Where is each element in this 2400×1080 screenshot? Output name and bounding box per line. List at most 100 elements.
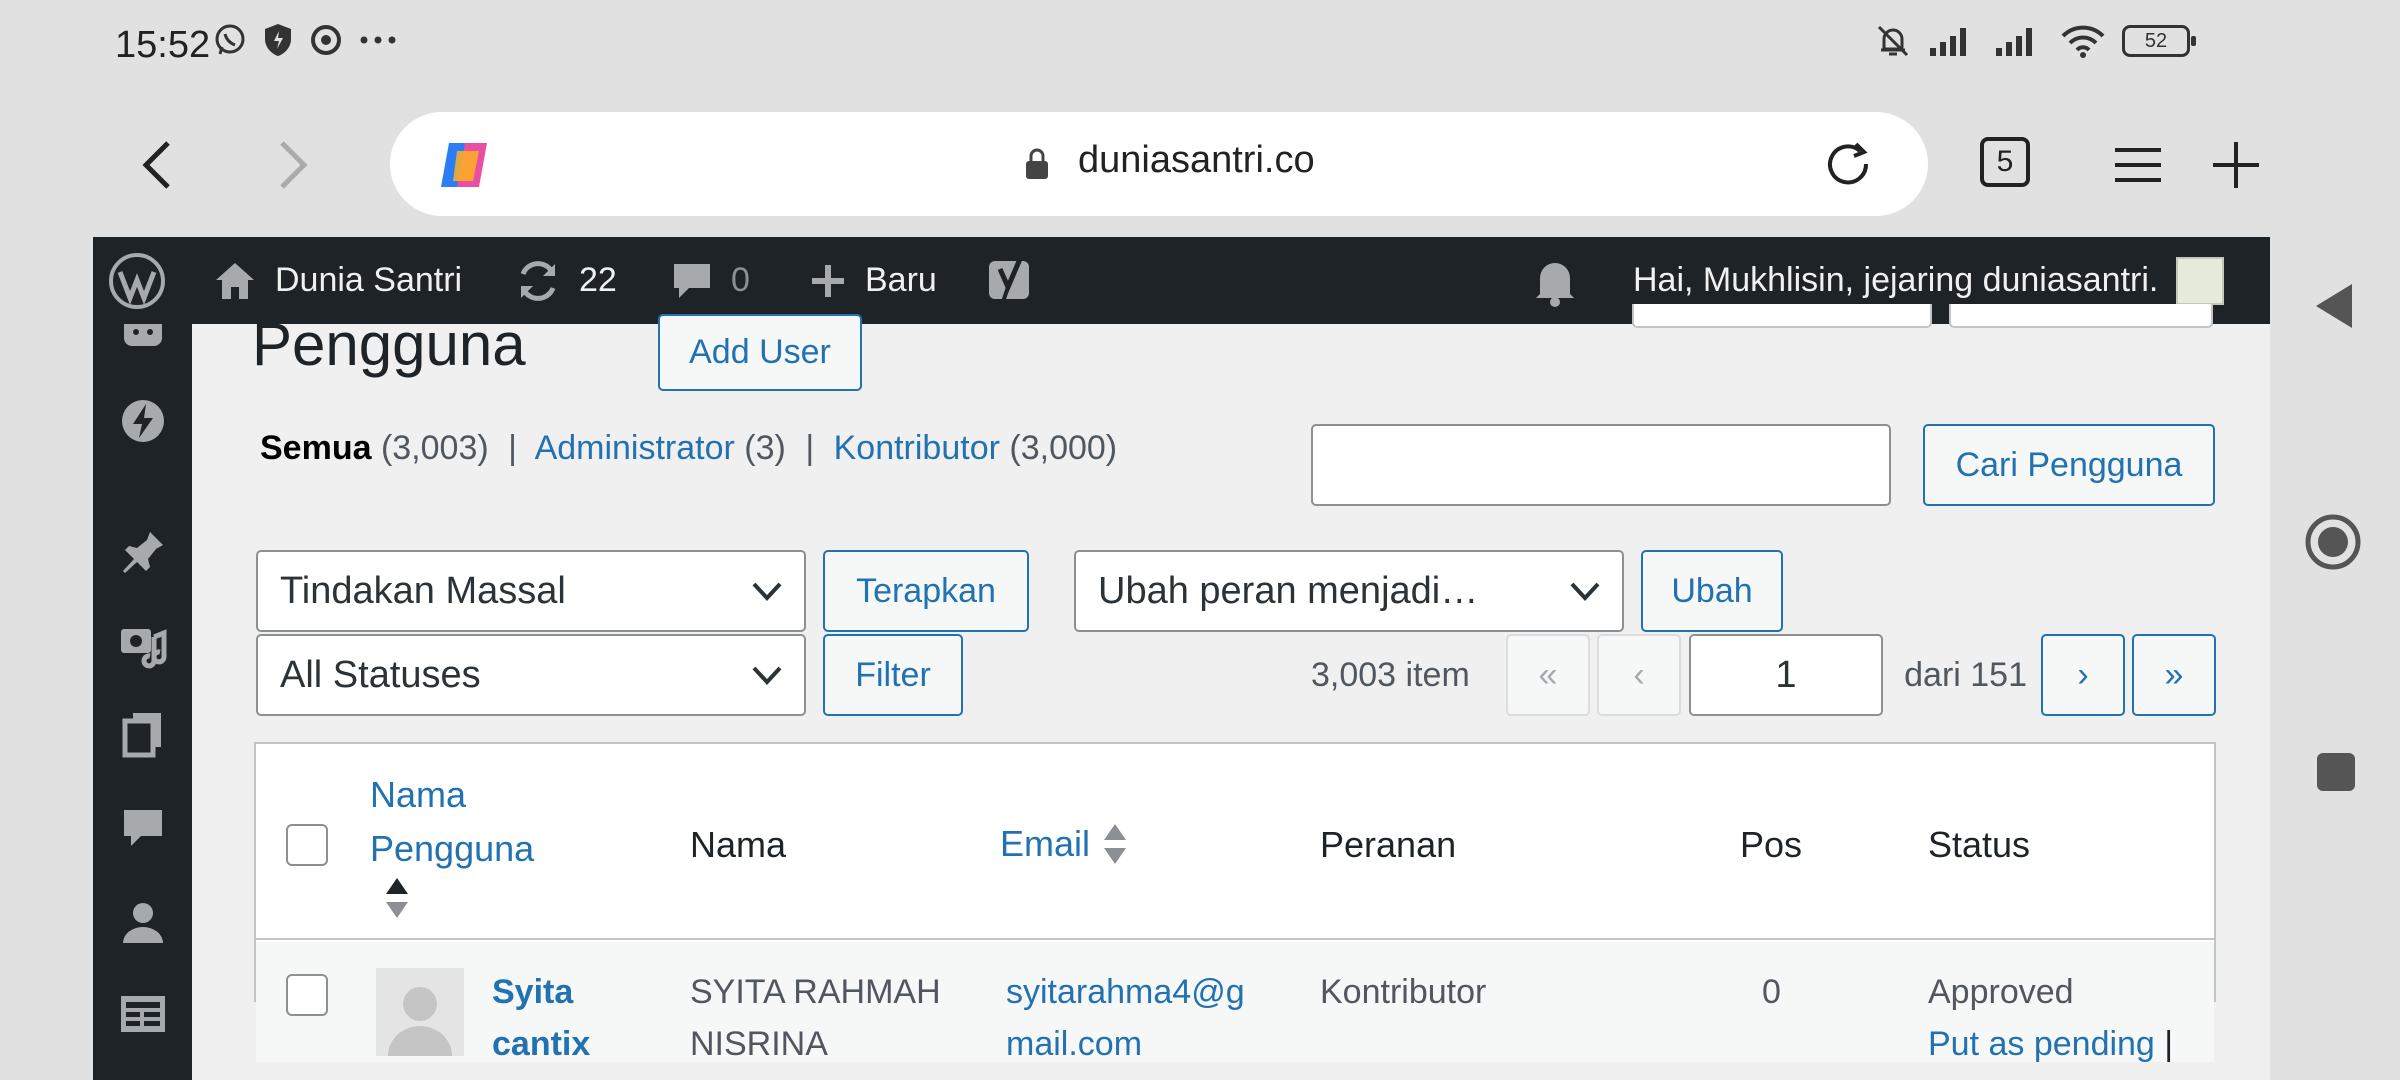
- next-page-button[interactable]: ›: [2041, 634, 2125, 716]
- screen-options-tab[interactable]: [1632, 304, 1932, 328]
- column-posts: Pos: [1740, 824, 1803, 865]
- change-role-select[interactable]: Ubah peran menjadi…: [1074, 550, 1624, 632]
- column-email[interactable]: Email: [1000, 822, 1128, 866]
- status-filter-select[interactable]: All Statuses: [256, 634, 806, 716]
- status-value: Approved: [1928, 973, 2074, 1011]
- wordpress-icon: [109, 252, 165, 309]
- previous-page-button[interactable]: ‹: [1597, 634, 1681, 716]
- main-content: Pengguna Add User Semua (3,003) | Admini…: [192, 304, 2270, 1080]
- comment-icon: [124, 810, 162, 846]
- user-email[interactable]: syitarahma4@g mail.com: [1006, 966, 1245, 1070]
- current-page-input[interactable]: [1689, 634, 1883, 716]
- recents-square-icon[interactable]: [2315, 751, 2357, 793]
- filter-all-count: (3,003): [380, 429, 489, 467]
- wifi-icon: [2061, 25, 2105, 58]
- brush-icon: [124, 324, 162, 346]
- filter-contributor-count: (3,000): [1009, 429, 1118, 467]
- column-name: Nama: [690, 824, 787, 865]
- forward-button[interactable]: [262, 135, 322, 195]
- reload-icon[interactable]: [1820, 136, 1876, 192]
- status-bar: 15:52 52: [0, 0, 2400, 95]
- filter-button[interactable]: Filter: [823, 634, 963, 716]
- last-page-button[interactable]: »: [2132, 634, 2216, 716]
- sidebar-item-pages[interactable]: [115, 707, 171, 763]
- filter-contributor[interactable]: Kontributor: [834, 429, 1000, 467]
- back-triangle-icon[interactable]: [2312, 281, 2356, 331]
- user-username[interactable]: Syita cantix: [492, 966, 590, 1070]
- row-checkbox[interactable]: [286, 974, 328, 1016]
- updates-link[interactable]: 22: [515, 237, 617, 324]
- new-content-link[interactable]: Baru: [809, 237, 937, 324]
- plus-icon: [812, 264, 844, 297]
- comment-icon: [674, 263, 710, 298]
- sidebar-item-appearance[interactable]: [115, 309, 171, 365]
- column-status: Status: [1928, 824, 2031, 865]
- notifications-link[interactable]: [1530, 237, 1580, 324]
- users-table: Nama Pengguna Nama Email Peranan Pos Sta…: [254, 742, 2216, 1063]
- sidebar-item-users[interactable]: [115, 894, 171, 950]
- user-icon: [123, 903, 163, 943]
- sidebar-item-comments[interactable]: [115, 800, 171, 856]
- url-text[interactable]: duniasantri.co: [1078, 139, 1315, 182]
- new-label: Baru: [865, 261, 937, 299]
- shield-icon: [265, 24, 291, 56]
- back-button[interactable]: [128, 135, 188, 195]
- apply-button[interactable]: Terapkan: [823, 550, 1029, 632]
- signal-icon: [1930, 28, 1966, 56]
- user-avatar: [376, 968, 464, 1056]
- site-name: Dunia Santri: [275, 261, 463, 299]
- sidebar-item-media[interactable]: [115, 616, 171, 672]
- bulk-action-select[interactable]: Tindakan Massal: [256, 550, 806, 632]
- sidebar-item-jetpack[interactable]: [115, 393, 171, 449]
- home-circle-icon[interactable]: [2304, 513, 2362, 571]
- page-title: Pengguna: [252, 311, 526, 378]
- search-input[interactable]: [1311, 424, 1891, 506]
- pin-icon: [123, 532, 163, 573]
- comments-link[interactable]: 0: [671, 237, 750, 324]
- column-email-label: Email: [1000, 823, 1091, 864]
- bell-icon: [1536, 262, 1574, 307]
- chevron-down-icon: [752, 582, 782, 601]
- sort-icon: [386, 878, 408, 918]
- put-as-pending-link[interactable]: Put as pending: [1928, 1025, 2155, 1063]
- whatsapp-icon: [215, 24, 245, 55]
- item-count: 3,003 item: [1311, 656, 1470, 694]
- user-fullname: SYITA RAHMAH NISRINA: [690, 973, 941, 1063]
- address-bar[interactable]: duniasantri.co: [390, 112, 1928, 216]
- role-filter-links: Semua (3,003) | Administrator (3) | Kont…: [260, 429, 1118, 467]
- table-header: Nama Pengguna Nama Email Peranan Pos Sta…: [256, 744, 2214, 940]
- help-tab[interactable]: [1949, 304, 2213, 328]
- column-username[interactable]: Nama Pengguna: [370, 768, 580, 920]
- yoast-link[interactable]: [986, 237, 1036, 324]
- filter-all[interactable]: Semua: [260, 429, 372, 467]
- add-user-button[interactable]: Add User: [658, 314, 862, 391]
- comments-count: 0: [731, 261, 750, 299]
- change-role-value: Ubah peran menjadi…: [1098, 569, 1479, 612]
- filter-administrator[interactable]: Administrator: [535, 429, 735, 467]
- first-page-button[interactable]: «: [1506, 634, 1590, 716]
- select-all-checkbox[interactable]: [286, 824, 328, 866]
- column-username-label: Nama Pengguna: [370, 774, 535, 869]
- sidebar-item-posts[interactable]: [115, 524, 171, 580]
- table-row: Syita cantix SYITA RAHMAH NISRINA syitar…: [256, 942, 2214, 1063]
- change-role-button[interactable]: Ubah: [1641, 550, 1783, 632]
- vpn-icon: [311, 25, 341, 55]
- plus-icon: [2213, 142, 2259, 188]
- greeting-text: Hai, Mukhlisin, jejaring duniasantri.: [1633, 261, 2159, 299]
- status-icons-left: [212, 22, 398, 58]
- pages-icon: [122, 713, 161, 758]
- chevron-right-icon: [280, 141, 308, 189]
- tabs-button[interactable]: 5: [1980, 137, 2030, 187]
- menu-button[interactable]: [2108, 135, 2168, 195]
- more-icon: [360, 36, 396, 44]
- search-users-button[interactable]: Cari Pengguna: [1923, 424, 2215, 506]
- battery-icon: 52: [2122, 25, 2196, 57]
- admin-sidebar: [93, 324, 192, 1080]
- new-tab-button[interactable]: [2206, 135, 2266, 195]
- wordpress-admin: Dunia Santri 22 0 Baru Hai, Mukhlisin, j…: [93, 237, 2270, 1080]
- sidebar-item-forms[interactable]: [115, 986, 171, 1042]
- copilot-icon[interactable]: [435, 137, 495, 193]
- updates-count: 22: [579, 261, 617, 299]
- user-posts[interactable]: 0: [1762, 966, 1781, 1018]
- browser-toolbar: duniasantri.co 5: [0, 95, 2270, 235]
